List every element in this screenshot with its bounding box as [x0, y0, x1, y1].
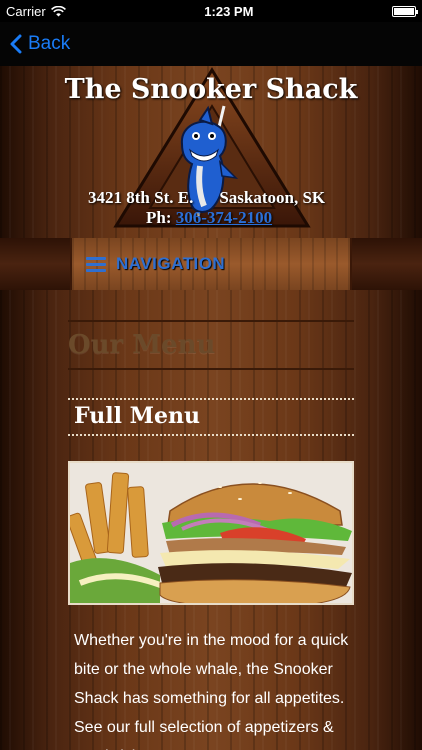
web-content: The Snooker Shack 3421 8th St. E. Saskato… [0, 66, 422, 750]
phone-link[interactable]: 306-374-2100 [176, 208, 272, 227]
address-street: 3421 8th St. E. [88, 188, 194, 207]
page-heading-section: Our Menu [68, 320, 354, 370]
page-title: Our Menu [68, 330, 216, 360]
battery-fill [394, 7, 414, 15]
site-title: The Snooker Shack [64, 74, 358, 105]
navigation-band: NAVIGATION [0, 238, 422, 290]
burger-illustration [70, 463, 352, 603]
section-title: Full Menu [74, 403, 200, 429]
burger-and-fries-photo [68, 461, 354, 605]
status-left: Carrier [6, 4, 66, 19]
carrier-label: Carrier [6, 3, 46, 19]
navigation-bar: Back [0, 22, 422, 66]
hamburger-icon [86, 256, 106, 272]
section-heading: Full Menu [68, 398, 354, 436]
status-bar: Carrier 1:23 PM [0, 0, 422, 22]
battery-icon [392, 5, 418, 17]
navigation-label: NAVIGATION [116, 254, 226, 273]
phone-label: Ph: [146, 208, 172, 227]
wifi-icon [50, 5, 66, 16]
phone-line: Ph: 306-374-2100 [146, 208, 272, 228]
address: 3421 8th St. E. Saskatoon, SK [88, 188, 325, 208]
back-label: Back [28, 33, 71, 54]
site-header: The Snooker Shack 3421 8th St. E. Saskato… [0, 66, 422, 238]
address-city: Saskatoon, SK [219, 188, 326, 207]
clock: 1:23 PM [204, 3, 254, 19]
menu-description: Whether you're in the mood for a quick b… [74, 632, 349, 750]
chevron-left-icon [10, 34, 22, 54]
navigation-menu-toggle[interactable]: NAVIGATION [70, 238, 352, 290]
back-button[interactable]: Back [10, 33, 70, 55]
